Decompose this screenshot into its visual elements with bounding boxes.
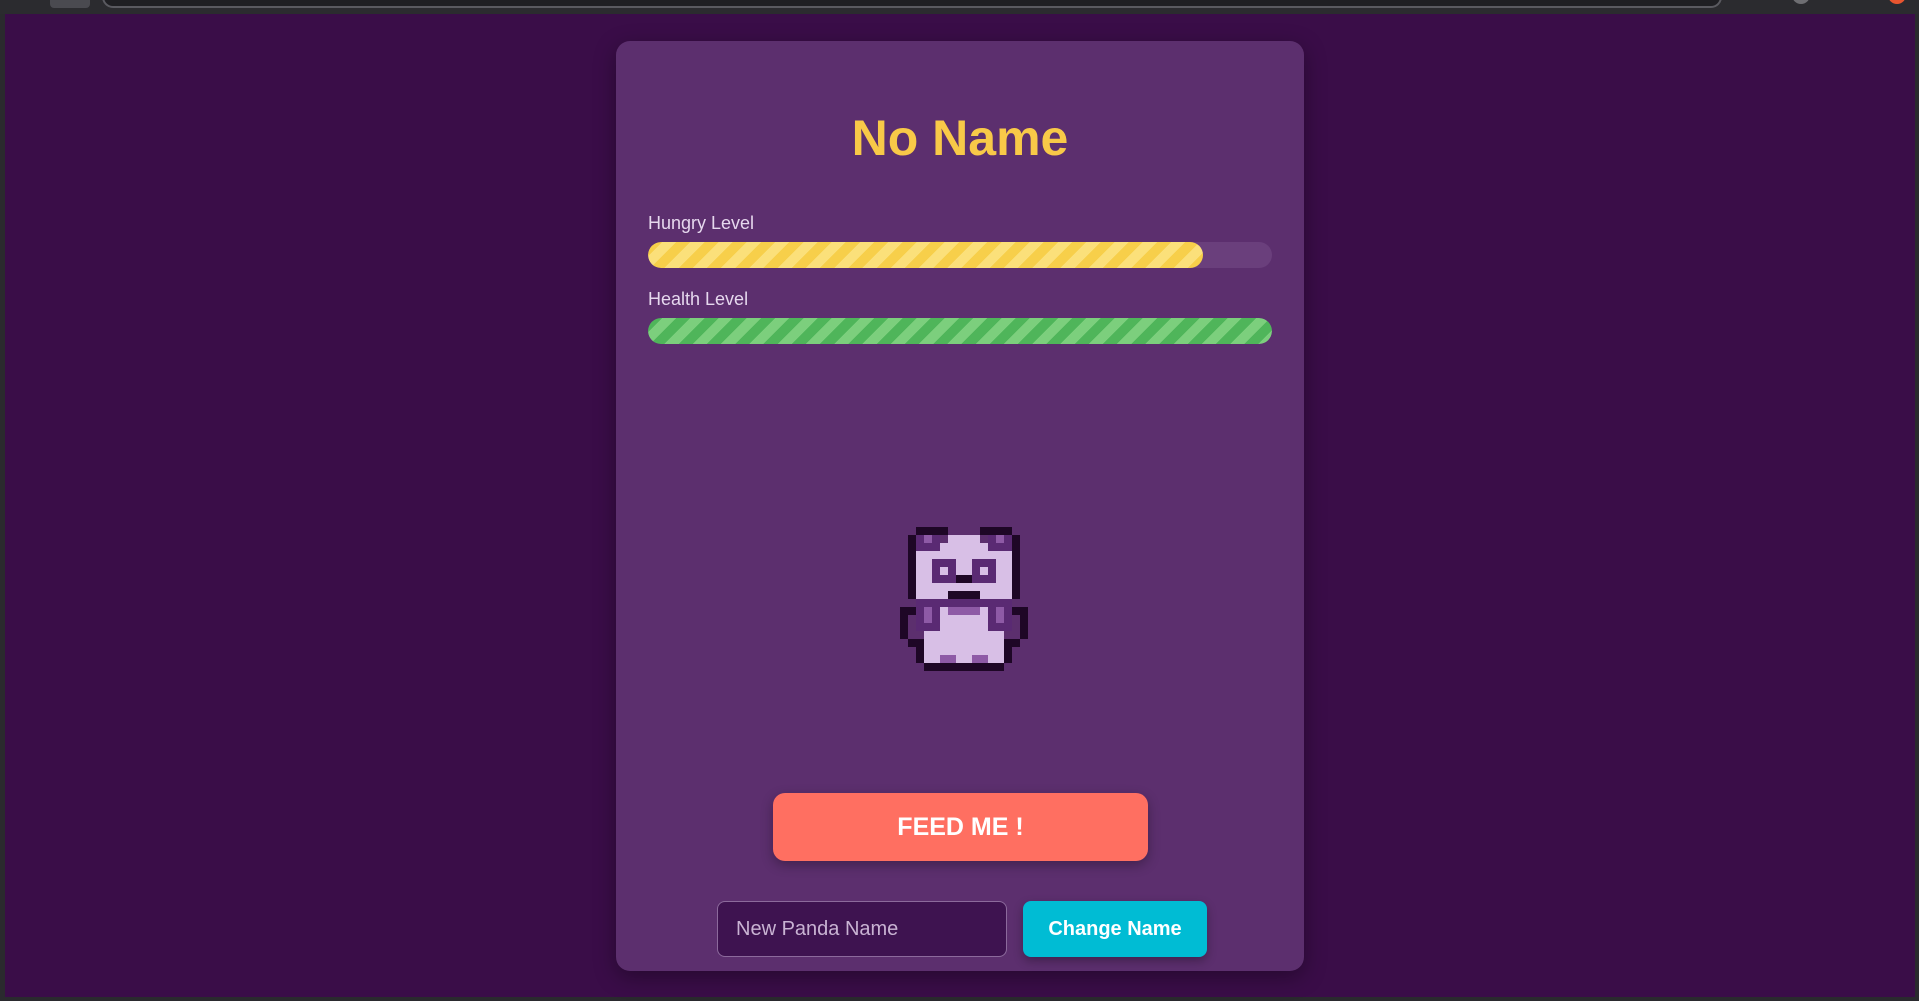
- hungry-level-fill: [648, 242, 1204, 268]
- panda-sprite-icon[interactable]: [900, 527, 1028, 671]
- browser-address-bar[interactable]: [102, 0, 1722, 8]
- browser-extension-icon[interactable]: [1888, 0, 1906, 4]
- browser-tab[interactable]: [50, 0, 90, 8]
- game-page: No Name Hungry Level Health Level FEED M…: [5, 14, 1915, 997]
- browser-profile-icon[interactable]: [1792, 0, 1810, 4]
- change-name-button[interactable]: Change Name: [1023, 901, 1207, 957]
- health-level-fill: [648, 318, 1272, 344]
- health-level-label: Health Level: [648, 289, 749, 309]
- browser-top-bar: [0, 0, 1919, 14]
- hungry-level-label: Hungry Level: [648, 213, 755, 233]
- pet-name-title: No Name: [851, 110, 1069, 166]
- hungry-level-meter: [648, 242, 1272, 268]
- pet-card: No Name Hungry Level Health Level FEED M…: [616, 41, 1304, 971]
- health-level-meter: [648, 318, 1272, 344]
- new-panda-name-input[interactable]: [717, 901, 1007, 957]
- feed-me-button[interactable]: FEED ME !: [773, 793, 1148, 861]
